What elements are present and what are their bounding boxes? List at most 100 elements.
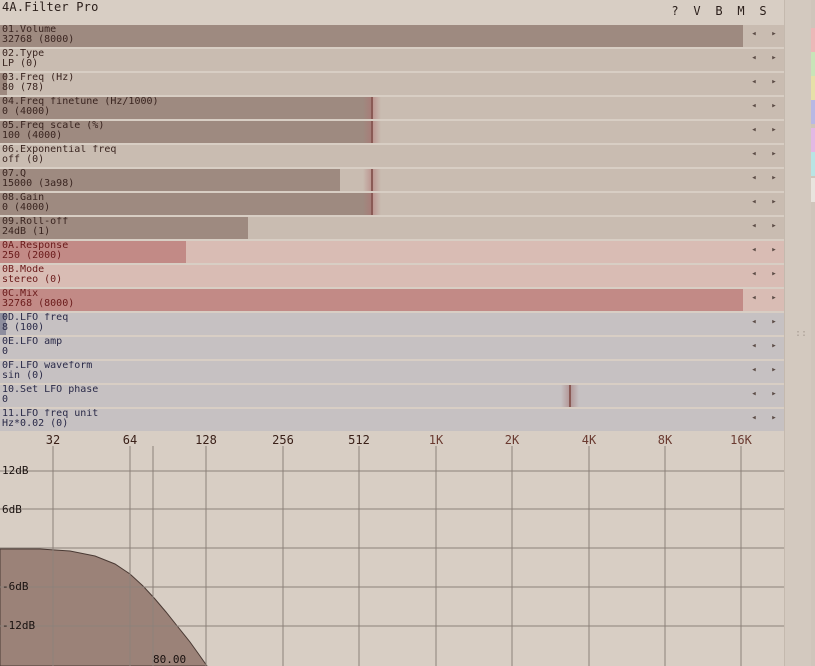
increment-arrow-icon[interactable]: ▸ bbox=[768, 101, 780, 111]
freq-label: 64 bbox=[123, 433, 137, 447]
freq-label: 16K bbox=[730, 433, 752, 447]
increment-arrow-icon[interactable]: ▸ bbox=[768, 197, 780, 207]
decrement-arrow-icon[interactable]: ◂ bbox=[748, 149, 760, 159]
increment-arrow-icon[interactable]: ▸ bbox=[768, 149, 780, 159]
param-value: 0 bbox=[2, 346, 9, 357]
freq-label: 1K bbox=[429, 433, 444, 447]
color-swatch bbox=[811, 76, 815, 100]
param-row[interactable]: 09.Roll-off 24dB (1) ◂ ▸ bbox=[0, 217, 784, 239]
param-row-background bbox=[0, 49, 784, 71]
bypass-button[interactable]: B bbox=[708, 4, 730, 18]
param-row[interactable]: 06.Exponential freq off (0) ◂ ▸ bbox=[0, 145, 784, 167]
param-value-bar[interactable] bbox=[0, 289, 744, 311]
solo-button[interactable]: S bbox=[752, 4, 774, 18]
right-scroll-strip[interactable]: :: bbox=[784, 0, 815, 666]
param-value: 100 (4000) bbox=[2, 130, 63, 141]
param-value: LP (0) bbox=[2, 58, 39, 69]
increment-arrow-icon[interactable]: ▸ bbox=[768, 389, 780, 399]
param-row-background bbox=[0, 313, 784, 335]
param-row[interactable]: 0D.LFO freq 8 (100) ◂ ▸ bbox=[0, 313, 784, 335]
param-row[interactable]: 02.Type LP (0) ◂ ▸ bbox=[0, 49, 784, 71]
freq-label: 32 bbox=[46, 433, 60, 447]
cutoff-frequency-label: 80.00 bbox=[153, 653, 186, 666]
color-swatch bbox=[811, 28, 815, 52]
param-row-background bbox=[0, 337, 784, 359]
param-value: Hz*0.02 (0) bbox=[2, 418, 69, 429]
freq-label: 2K bbox=[505, 433, 520, 447]
increment-arrow-icon[interactable]: ▸ bbox=[768, 245, 780, 255]
param-row[interactable]: 10.Set LFO phase 0 ◂ ▸ bbox=[0, 385, 784, 407]
param-default-marker bbox=[371, 97, 374, 119]
decrement-arrow-icon[interactable]: ◂ bbox=[748, 317, 760, 327]
param-row[interactable]: 07.Q 15000 (3a98) ◂ ▸ bbox=[0, 169, 784, 191]
param-value-bar[interactable] bbox=[0, 193, 373, 215]
decrement-arrow-icon[interactable]: ◂ bbox=[748, 221, 760, 231]
increment-arrow-icon[interactable]: ▸ bbox=[768, 77, 780, 87]
decrement-arrow-icon[interactable]: ◂ bbox=[748, 77, 760, 87]
increment-arrow-icon[interactable]: ▸ bbox=[768, 293, 780, 303]
increment-arrow-icon[interactable]: ▸ bbox=[768, 125, 780, 135]
decrement-arrow-icon[interactable]: ◂ bbox=[748, 269, 760, 279]
decrement-arrow-icon[interactable]: ◂ bbox=[748, 413, 760, 423]
increment-arrow-icon[interactable]: ▸ bbox=[768, 365, 780, 375]
freq-label: 512 bbox=[348, 433, 370, 447]
param-row-background bbox=[0, 145, 784, 167]
param-row[interactable]: 0B.Mode stereo (0) ◂ ▸ bbox=[0, 265, 784, 287]
param-row[interactable]: 0C.Mix 32768 (8000) ◂ ▸ bbox=[0, 289, 784, 311]
decrement-arrow-icon[interactable]: ◂ bbox=[748, 341, 760, 351]
param-row[interactable]: 01.Volume 32768 (8000) ◂ ▸ bbox=[0, 25, 784, 47]
decrement-arrow-icon[interactable]: ◂ bbox=[748, 53, 760, 63]
increment-arrow-icon[interactable]: ▸ bbox=[768, 269, 780, 279]
param-value: sin (0) bbox=[2, 370, 45, 381]
param-row[interactable]: 08.Gain 0 (4000) ◂ ▸ bbox=[0, 193, 784, 215]
decrement-arrow-icon[interactable]: ◂ bbox=[748, 293, 760, 303]
increment-arrow-icon[interactable]: ▸ bbox=[768, 173, 780, 183]
param-row[interactable]: 05.Freq scale (%) 100 (4000) ◂ ▸ bbox=[0, 121, 784, 143]
decrement-arrow-icon[interactable]: ◂ bbox=[748, 173, 760, 183]
param-value: 250 (2000) bbox=[2, 250, 63, 261]
param-value: stereo (0) bbox=[2, 274, 63, 285]
param-row[interactable]: 04.Freq finetune (Hz/1000) 0 (4000) ◂ ▸ bbox=[0, 97, 784, 119]
increment-arrow-icon[interactable]: ▸ bbox=[768, 317, 780, 327]
param-value: 0 (4000) bbox=[2, 202, 51, 213]
resize-grip-icon[interactable]: :: bbox=[795, 328, 807, 339]
param-value-bar[interactable] bbox=[0, 25, 744, 47]
title-bar: 4A.Filter Pro ? V B M S bbox=[0, 0, 784, 23]
freq-label: 4K bbox=[582, 433, 597, 447]
view-button[interactable]: V bbox=[686, 4, 708, 18]
db-label: 12dB bbox=[2, 464, 29, 477]
decrement-arrow-icon[interactable]: ◂ bbox=[748, 365, 760, 375]
increment-arrow-icon[interactable]: ▸ bbox=[768, 53, 780, 63]
decrement-arrow-icon[interactable]: ◂ bbox=[748, 389, 760, 399]
decrement-arrow-icon[interactable]: ◂ bbox=[748, 29, 760, 39]
param-row[interactable]: 0E.LFO amp 0 ◂ ▸ bbox=[0, 337, 784, 359]
db-label: -12dB bbox=[2, 619, 35, 632]
freq-label: 256 bbox=[272, 433, 294, 447]
param-name: 10.Set LFO phase bbox=[2, 385, 99, 395]
color-swatch bbox=[811, 52, 815, 76]
help-button[interactable]: ? bbox=[664, 4, 686, 18]
frequency-response-graph: 32 64 128 256 512 1K 2K 4K 8K 16K 12dB 6dB -6dB -12dB… bbox=[0, 432, 784, 666]
param-default-marker bbox=[371, 193, 374, 215]
param-name: 0E.LFO amp bbox=[2, 337, 63, 347]
mute-button[interactable]: M bbox=[730, 4, 752, 18]
param-default-marker bbox=[371, 121, 374, 143]
param-value: 32768 (8000) bbox=[2, 298, 75, 309]
increment-arrow-icon[interactable]: ▸ bbox=[768, 29, 780, 39]
param-row[interactable]: 0F.LFO waveform sin (0) ◂ ▸ bbox=[0, 361, 784, 383]
color-swatch bbox=[811, 100, 815, 124]
increment-arrow-icon[interactable]: ▸ bbox=[768, 221, 780, 231]
decrement-arrow-icon[interactable]: ◂ bbox=[748, 245, 760, 255]
param-row[interactable]: 11.LFO freq unit Hz*0.02 (0) ◂ ▸ bbox=[0, 409, 784, 431]
param-row-background bbox=[0, 409, 784, 431]
decrement-arrow-icon[interactable]: ◂ bbox=[748, 125, 760, 135]
param-value: 24dB (1) bbox=[2, 226, 51, 237]
increment-arrow-icon[interactable]: ▸ bbox=[768, 413, 780, 423]
increment-arrow-icon[interactable]: ▸ bbox=[768, 341, 780, 351]
param-value: 8 (100) bbox=[2, 322, 45, 333]
param-row[interactable]: 03.Freq (Hz) 80 (78) ◂ ▸ bbox=[0, 73, 784, 95]
param-row[interactable]: 0A.Response 250 (2000) ◂ ▸ bbox=[0, 241, 784, 263]
decrement-arrow-icon[interactable]: ◂ bbox=[748, 101, 760, 111]
param-value: 0 bbox=[2, 394, 9, 405]
decrement-arrow-icon[interactable]: ◂ bbox=[748, 197, 760, 207]
